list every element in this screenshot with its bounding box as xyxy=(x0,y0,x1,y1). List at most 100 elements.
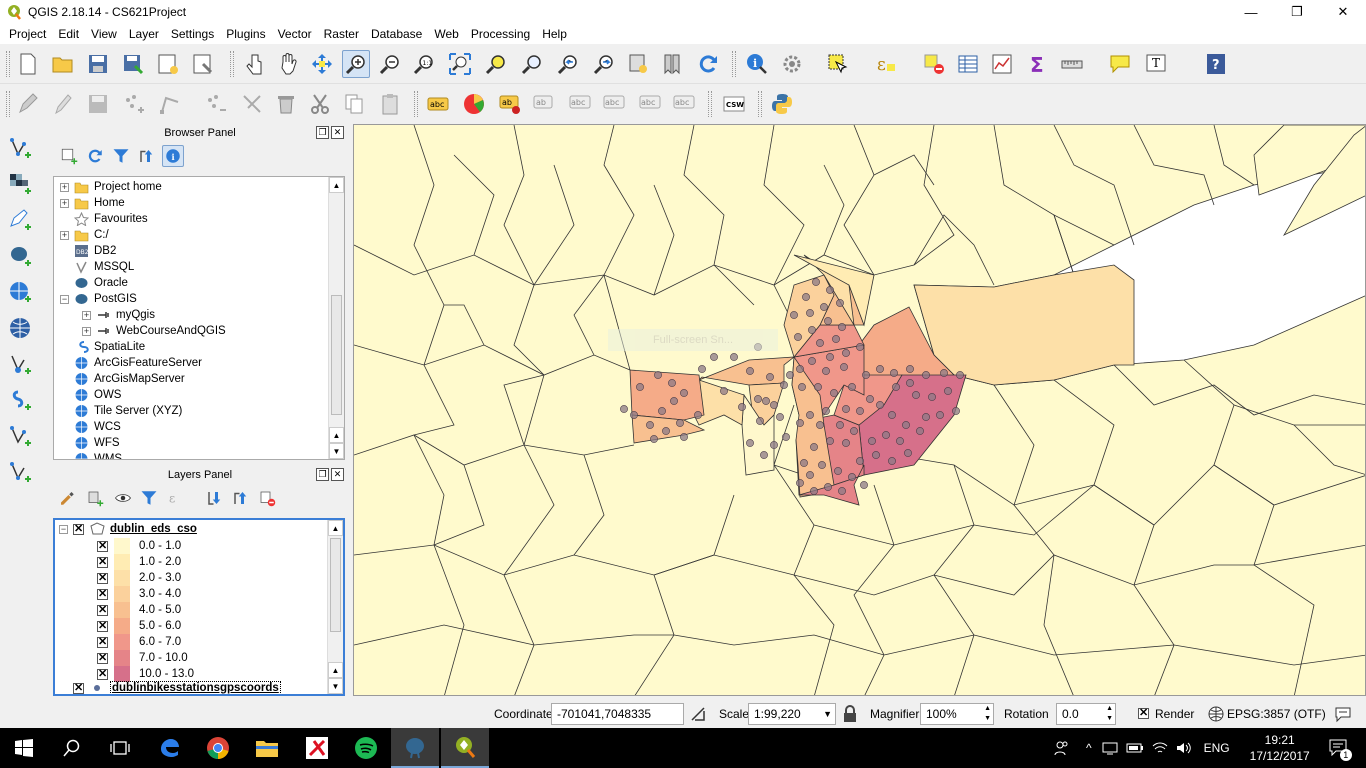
scroll-up-arrow[interactable]: ▲ xyxy=(328,662,343,678)
task-view-button[interactable] xyxy=(96,728,144,768)
collapse-all-icon[interactable] xyxy=(230,487,252,509)
legend-class-checkbox[interactable]: ✕ xyxy=(97,588,108,600)
menu-layer[interactable]: Layer xyxy=(123,27,165,41)
menu-view[interactable]: View xyxy=(85,27,123,41)
node-tool-icon[interactable] xyxy=(238,90,266,118)
legend-class-checkbox[interactable]: ✕ xyxy=(97,652,108,664)
layers-tree[interactable]: − ✕ dublin_eds_cso ✕ 0.0 - 1.0 ✕ 1.0 - 2.0 ✕… xyxy=(53,518,345,696)
toolbar-grip[interactable] xyxy=(230,51,234,77)
expand-icon[interactable]: + xyxy=(60,182,69,192)
composer-manager-icon[interactable] xyxy=(189,50,217,78)
scroll-up-arrow[interactable]: ▲ xyxy=(328,520,343,536)
select-features-icon[interactable] xyxy=(824,50,852,78)
collapse-icon[interactable]: − xyxy=(60,294,69,304)
browser-item-mssql[interactable]: MSSQL xyxy=(60,259,134,275)
add-wfs-layer-icon[interactable] xyxy=(6,350,34,378)
crs-globe-icon[interactable] xyxy=(1208,706,1224,722)
pan-to-selection-icon[interactable] xyxy=(308,50,336,78)
measure-line-icon[interactable] xyxy=(1058,50,1086,78)
add-group-icon[interactable] xyxy=(84,487,106,509)
messages-icon[interactable] xyxy=(1334,705,1352,723)
browser-item-ows[interactable]: OWS xyxy=(60,387,121,403)
browser-item-tile-server-xyz-[interactable]: Tile Server (XYZ) xyxy=(60,403,182,419)
close-panel-button[interactable]: ✕ xyxy=(331,126,344,139)
browser-item-arcgismapserver[interactable]: ArcGisMapServer xyxy=(60,371,185,387)
browser-item-wfs[interactable]: WFS xyxy=(60,435,120,451)
toolbar-grip[interactable] xyxy=(708,91,712,117)
deselect-features-icon[interactable] xyxy=(920,50,948,78)
new-project-icon[interactable] xyxy=(14,50,42,78)
paste-features-icon[interactable] xyxy=(376,90,404,118)
browser-item-wms[interactable]: WMS xyxy=(60,451,122,459)
taskbar-chrome[interactable] xyxy=(194,728,242,768)
text-annotation-icon[interactable]: T xyxy=(1142,50,1170,78)
zoom-to-selection-icon[interactable] xyxy=(482,50,510,78)
pan-map-icon[interactable] xyxy=(274,50,302,78)
legend-class-checkbox[interactable]: ✕ xyxy=(97,636,108,648)
toolbar-grip[interactable] xyxy=(6,91,10,117)
zoom-to-layer-icon[interactable] xyxy=(518,50,546,78)
browser-item-oracle[interactable]: Oracle xyxy=(60,275,128,291)
collapse-all-icon[interactable] xyxy=(136,145,158,167)
toggle-extents-icon[interactable] xyxy=(690,706,706,722)
legend-class-checkbox[interactable]: ✕ xyxy=(97,556,108,568)
map-tips-icon[interactable] xyxy=(1106,50,1134,78)
browser-item-myqgis[interactable]: + myQgis xyxy=(82,307,155,323)
browser-item-c-[interactable]: + C:/ xyxy=(60,227,109,243)
browser-item-db2[interactable]: DB2 DB2 xyxy=(60,243,116,259)
browser-item-home[interactable]: + Home xyxy=(60,195,125,211)
language-indicator[interactable]: ENG xyxy=(1204,741,1230,755)
zoom-full-icon[interactable] xyxy=(446,50,474,78)
menu-raster[interactable]: Raster xyxy=(318,27,365,41)
toolbar-grip[interactable] xyxy=(732,51,736,77)
chevron-up-icon[interactable]: ^ xyxy=(1086,741,1092,755)
legend-class-row[interactable]: ✕ 5.0 - 6.0 xyxy=(97,618,181,634)
map-svg[interactable] xyxy=(354,125,1366,696)
legend-class-row[interactable]: ✕ 4.0 - 5.0 xyxy=(97,602,181,618)
menu-project[interactable]: Project xyxy=(3,27,52,41)
python-console-icon[interactable] xyxy=(768,90,796,118)
close-button[interactable]: ✕ xyxy=(1320,0,1366,24)
menu-edit[interactable]: Edit xyxy=(52,27,85,41)
taskbar-pgadmin[interactable] xyxy=(391,728,439,768)
legend-class-row[interactable]: ✕ 0.0 - 1.0 xyxy=(97,538,181,554)
spin-arrows-icon[interactable]: ▲ ▼ xyxy=(1106,704,1113,724)
pin-labels-icon[interactable]: ab xyxy=(496,90,524,118)
open-project-icon[interactable] xyxy=(49,50,77,78)
browser-item-project-home[interactable]: + Project home xyxy=(60,179,162,195)
network-icon[interactable] xyxy=(1102,741,1118,755)
taskbar-edge[interactable] xyxy=(146,728,194,768)
add-postgis-layer-icon[interactable] xyxy=(6,242,34,270)
browser-item-wcs[interactable]: WCS xyxy=(60,419,121,435)
add-raster-layer-icon[interactable] xyxy=(6,170,34,198)
spin-arrows-icon[interactable]: ▲ ▼ xyxy=(984,704,991,724)
refresh-browser-icon[interactable] xyxy=(84,145,106,167)
expand-all-icon[interactable] xyxy=(204,487,226,509)
render-checkbox[interactable]: ✕ xyxy=(1138,708,1149,719)
expand-icon[interactable]: + xyxy=(82,310,91,320)
add-wms-layer-icon[interactable] xyxy=(6,278,34,306)
save-as-icon[interactable] xyxy=(119,50,147,78)
menu-vector[interactable]: Vector xyxy=(272,27,318,41)
layer-labeling-icon[interactable]: abc xyxy=(424,90,452,118)
legend-class-row[interactable]: ✕ 7.0 - 10.0 xyxy=(97,650,188,666)
taskbar-spotify[interactable] xyxy=(342,728,390,768)
people-icon[interactable] xyxy=(1054,740,1070,756)
chevron-down-icon[interactable]: ▼ xyxy=(823,704,832,724)
menu-help[interactable]: Help xyxy=(536,27,573,41)
browser-item-webcourseandqgis[interactable]: + WebCourseAndQGIS xyxy=(82,323,226,339)
lock-scale-icon[interactable] xyxy=(843,705,857,723)
save-project-icon[interactable] xyxy=(84,50,112,78)
metasearch-csw-icon[interactable]: CSW xyxy=(720,90,748,118)
magnifier-spinbox[interactable]: 100% ▲ ▼ xyxy=(920,703,994,725)
filter-browser-icon[interactable] xyxy=(110,145,132,167)
toolbar-grip[interactable] xyxy=(414,91,418,117)
search-button[interactable] xyxy=(48,728,96,768)
menu-web[interactable]: Web xyxy=(428,27,464,41)
touch-zoom-pan-icon[interactable] xyxy=(240,50,268,78)
statistical-summary-icon[interactable] xyxy=(988,50,1016,78)
add-delimited-text-icon[interactable] xyxy=(6,206,34,234)
refresh-icon[interactable] xyxy=(694,50,722,78)
save-edits-icon[interactable] xyxy=(84,90,112,118)
manage-map-themes-icon[interactable] xyxy=(112,487,134,509)
